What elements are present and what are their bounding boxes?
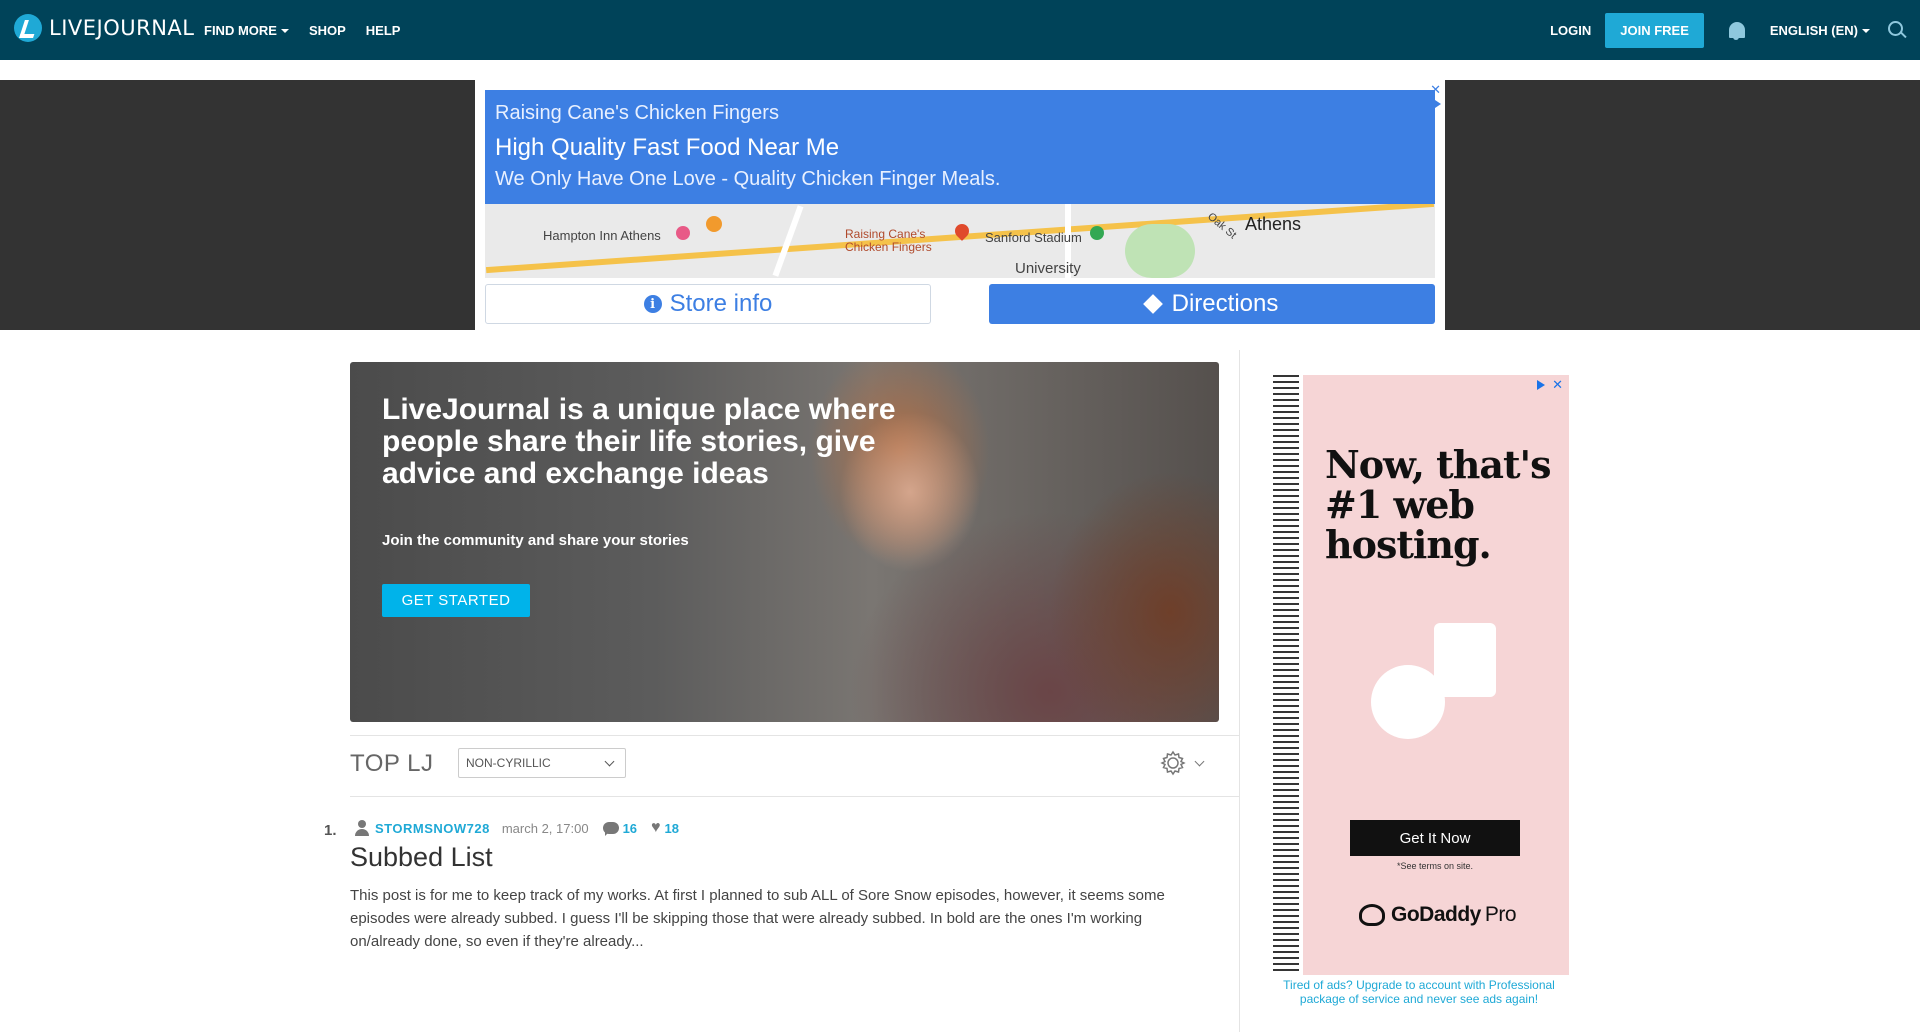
login-link[interactable]: LOGIN [1550, 23, 1591, 38]
account-nav: LOGIN JOIN FREE ENGLISH (EN) [1550, 0, 1920, 60]
ad-advertiser: Raising Cane's Chicken Fingers [495, 102, 779, 124]
map-label: Athens [1245, 214, 1302, 234]
ad-close-icon[interactable]: ✕ [1552, 377, 1563, 393]
nav-shop[interactable]: SHOP [309, 23, 346, 38]
map-label: Hampton Inn Athens [543, 228, 661, 243]
top-navigation-bar: LIVEJOURNAL FIND MORE SHOP HELP LOGIN JO… [0, 0, 1920, 60]
hero-banner: LiveJournal is a unique place where peop… [350, 362, 1219, 722]
hand-cursor-icon [1371, 665, 1445, 739]
godaddy-logo-icon [1359, 904, 1385, 926]
top-lj-header: TOP LJ NON-CYRILLIC [350, 735, 1239, 797]
ad-close-icon[interactable]: ✕ [1430, 82, 1441, 98]
join-free-button[interactable]: JOIN FREE [1605, 12, 1704, 48]
caret-down-icon [1862, 29, 1870, 34]
hotel-pin-icon [676, 226, 690, 240]
restaurant-pin-icon [706, 216, 722, 232]
post-rank: 1. [324, 822, 337, 839]
ad-free-upgrade-link[interactable]: Tired of ads? Upgrade to account with Pr… [1269, 978, 1569, 1006]
map-park [1125, 224, 1195, 278]
livejournal-logo[interactable]: LIVEJOURNAL [14, 14, 195, 42]
map-label: University [1015, 260, 1081, 277]
gear-icon[interactable] [1160, 750, 1186, 776]
chevron-down-icon [604, 756, 615, 767]
info-icon: i [643, 295, 662, 313]
directions-icon [1142, 294, 1163, 314]
ad-pattern [1273, 375, 1299, 975]
map-label: Raising Cane's Chicken Fingers [845, 227, 932, 254]
get-started-button[interactable]: GET STARTED [382, 584, 530, 617]
main-nav: FIND MORE SHOP HELP [204, 0, 400, 60]
post-excerpt: This post is for me to keep track of my … [350, 887, 1165, 950]
language-filter-select[interactable]: NON-CYRILLIC [458, 748, 626, 778]
adchoices-icon[interactable] [1537, 380, 1545, 390]
get-it-now-button[interactable]: Get It Now [1350, 820, 1520, 856]
post-title-link[interactable]: Subbed List [350, 842, 493, 873]
comment-count[interactable]: 16 [623, 821, 637, 836]
nav-help[interactable]: HELP [366, 23, 401, 38]
heart-icon: ♥ [651, 819, 661, 836]
hero-subtitle: Join the community and share your storie… [382, 532, 689, 549]
adchoices-icon[interactable] [1432, 98, 1441, 110]
like-count[interactable]: 18 [665, 821, 679, 836]
nav-find-more[interactable]: FIND MORE [204, 23, 289, 38]
chevron-down-icon[interactable] [1194, 756, 1205, 767]
ad-headline: High Quality Fast Food Near Me [495, 134, 840, 161]
browser-window-icon [1434, 623, 1496, 697]
store-info-button[interactable]: i Store info [485, 284, 931, 324]
logo-text: LIVEJOURNAL [49, 16, 195, 40]
top-ad[interactable]: Raising Cane's Chicken Fingers High Qual… [475, 80, 1445, 330]
map-road [772, 205, 804, 277]
godaddy-logo: GoDaddy Pro [1359, 903, 1519, 927]
ad-tagline: We Only Have One Love - Quality Chicken … [495, 168, 1001, 190]
stadium-pin-icon [1090, 226, 1104, 240]
ad-header[interactable]: Raising Cane's Chicken Fingers High Qual… [485, 90, 1435, 204]
language-selector[interactable]: ENGLISH (EN) [1770, 23, 1870, 38]
column-divider [1239, 350, 1240, 1032]
user-icon [355, 820, 369, 836]
caret-down-icon [280, 29, 289, 34]
comment-icon [602, 822, 619, 836]
search-icon[interactable] [1888, 21, 1906, 39]
ad-map[interactable]: Hampton Inn Athens Raising Cane's Chicke… [485, 204, 1435, 278]
top-lj-title: TOP LJ [350, 750, 434, 777]
map-label: Sanford Stadium [985, 230, 1082, 245]
livejournal-logo-icon [14, 14, 42, 42]
directions-button[interactable]: Directions [989, 284, 1435, 324]
side-ad-terms: *See terms on site. [1396, 861, 1474, 871]
hero-title: LiveJournal is a unique place where peop… [382, 393, 896, 490]
side-ad[interactable]: Now, that's #1 web hosting. Get It Now *… [1269, 375, 1569, 975]
post-author-link[interactable]: STORMSNOW728 [375, 821, 490, 836]
post-date: march 2, 17:00 [501, 820, 589, 836]
side-ad-headline: Now, that's #1 web hosting. [1325, 442, 1552, 567]
ad-pattern-strip [1269, 375, 1303, 975]
notifications-bell-icon[interactable] [1726, 20, 1746, 40]
post-meta: STORMSNOW728 march 2, 17:00 16 ♥ 18 [355, 820, 679, 836]
